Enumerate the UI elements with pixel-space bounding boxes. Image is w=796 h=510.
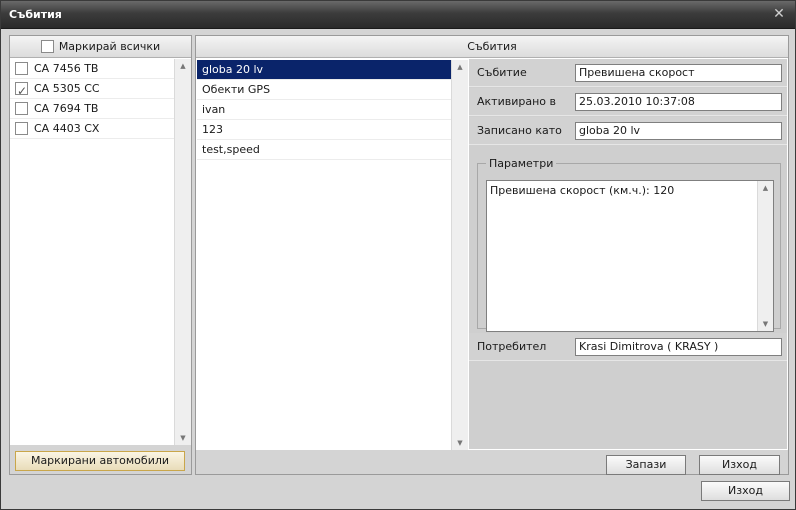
window-title: Събития [9,8,62,21]
vehicle-list-scrollbar[interactable]: ▲ ▼ [174,59,191,445]
event-item[interactable]: ivan [197,100,451,120]
vehicle-label: CA 7694 TB [34,102,99,115]
recorded-row: Записано като globa 20 lv [469,117,787,145]
parameters-textarea[interactable]: Превишена скорост (км.ч.): 120 [486,180,774,332]
user-row: Потребител Krasi Dimitrova ( KRASY ) [469,333,787,361]
scroll-up-icon[interactable]: ▲ [452,60,468,74]
event-list-scrollbar[interactable]: ▲ ▼ [451,60,468,450]
event-list: globa 20 lv Обекти GPS ivan 123 test,spe… [197,60,451,452]
vehicle-list: CA 7456 TB CA 5305 CC CA 7694 TB CA 4403… [10,59,174,444]
vehicle-checkbox[interactable] [15,81,28,101]
vehicle-label: CA 7456 TB [34,62,99,75]
event-item[interactable]: 123 [197,120,451,140]
parameters-group: Параметри Превишена скорост (км.ч.): 120… [477,157,781,332]
parameters-scrollbar[interactable]: ▲ ▼ [757,181,773,331]
select-all-header: Маркирай всички [10,36,191,58]
select-all-label: Маркирай всички [58,40,161,53]
vehicle-label: CA 5305 CC [34,82,100,95]
user-field[interactable]: Krasi Dimitrova ( KRASY ) [575,338,782,356]
events-window: Събития ✕ Маркирай всички CA 7456 TB CA … [0,0,796,510]
vehicle-checkbox[interactable] [15,121,28,135]
parameters-legend: Параметри [489,157,554,170]
event-details: Събитие Превишена скорост Активирано в 2… [469,59,787,449]
activated-row: Активирано в 25.03.2010 10:37:08 [469,88,787,116]
scroll-down-icon[interactable]: ▼ [758,317,773,331]
scroll-up-icon[interactable]: ▲ [175,59,191,73]
scroll-up-icon[interactable]: ▲ [758,181,773,195]
vehicle-checkbox[interactable] [15,101,28,115]
event-item[interactable]: globa 20 lv [197,60,451,80]
close-icon[interactable]: ✕ [771,6,787,22]
events-header: Събития [196,36,788,58]
scroll-down-icon[interactable]: ▼ [175,431,191,445]
save-button[interactable]: Запази [606,455,686,475]
event-item[interactable]: Обекти GPS [197,80,451,100]
vehicle-item[interactable]: CA 4403 CX [10,119,174,139]
event-item[interactable]: test,speed [197,140,451,160]
title-bar[interactable]: Събития ✕ [1,1,795,29]
vehicles-panel: Маркирай всички CA 7456 TB CA 5305 CC CA… [9,35,192,475]
vehicle-item[interactable]: CA 7456 TB [10,59,174,79]
activated-field[interactable]: 25.03.2010 10:37:08 [575,93,782,111]
marked-vehicles-button[interactable]: Маркирани автомобили [15,451,185,471]
recorded-field[interactable]: globa 20 lv [575,122,782,140]
vehicle-item[interactable]: CA 7694 TB [10,99,174,119]
vehicle-item[interactable]: CA 5305 CC [10,79,174,101]
activated-label: Активирано в [477,95,556,108]
event-field[interactable]: Превишена скорост [575,64,782,82]
exit-button[interactable]: Изход [701,481,790,501]
scroll-down-icon[interactable]: ▼ [452,436,468,450]
exit-button-inner[interactable]: Изход [699,455,780,475]
parameters-text: Превишена скорост (км.ч.): 120 [490,184,675,197]
event-row: Събитие Превишена скорост [469,59,787,87]
vehicle-checkbox[interactable] [15,61,28,75]
recorded-label: Записано като [477,124,562,137]
event-label: Събитие [477,66,527,79]
vehicle-label: CA 4403 CX [34,122,100,135]
select-all-checkbox[interactable] [40,39,54,53]
user-label: Потребител [477,340,547,353]
